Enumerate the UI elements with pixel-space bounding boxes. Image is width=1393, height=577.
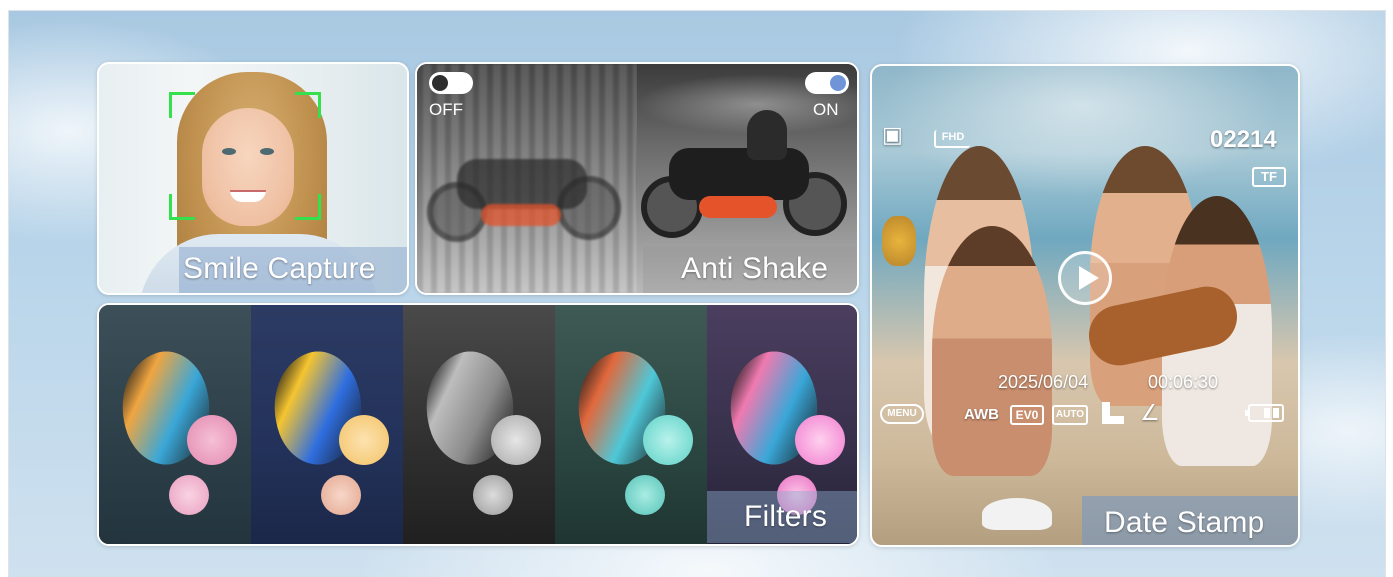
- pineapple-drink-icon: [882, 216, 916, 266]
- toggle-on-label: ON: [813, 100, 839, 119]
- fairing-stripe: [699, 196, 777, 218]
- play-button[interactable]: [1058, 251, 1112, 305]
- face-detect-corner-icon: [169, 92, 195, 118]
- filter-sample-cool: [251, 305, 403, 544]
- smile-capture-caption: Smile Capture: [183, 252, 376, 285]
- face-detect-corner-icon: [295, 194, 321, 220]
- date-stamp-date: 2025/06/04: [998, 372, 1089, 392]
- date-stamp-panel: ▣ FHD 02214 TF 2025/06/04 00:06:30 MENU …: [870, 64, 1300, 547]
- filters-panel: Filters: [97, 303, 859, 546]
- toggle-knob: [830, 75, 846, 91]
- motorcycle-icon: [669, 148, 809, 200]
- filter-sample-original: [99, 305, 251, 544]
- date-stamp-caption: Date Stamp: [1104, 506, 1265, 539]
- image-size-icon: [1102, 402, 1124, 424]
- smile-capture-panel: Smile Capture: [97, 62, 409, 295]
- hat-icon: [982, 498, 1052, 530]
- eye-icon: [260, 148, 274, 155]
- toggle-knob: [432, 75, 448, 91]
- anti-shake-caption: Anti Shake: [681, 252, 829, 285]
- fhd-badge: FHD: [934, 130, 970, 148]
- face-detect-corner-icon: [169, 194, 195, 220]
- awb-indicator: AWB: [964, 406, 999, 423]
- person-figure: [932, 226, 1052, 476]
- sharpness-icon: ∠: [1140, 400, 1160, 425]
- auto-indicator: AUTO: [1052, 405, 1088, 425]
- filters-caption: Filters: [744, 500, 828, 533]
- fairing-stripe: [481, 204, 561, 226]
- ev-indicator: EV0: [1010, 405, 1044, 425]
- eye-icon: [222, 148, 236, 155]
- flower-icon: [491, 415, 541, 465]
- flower-icon: [321, 475, 361, 515]
- portrait-face: [202, 108, 294, 226]
- flower-icon: [473, 475, 513, 515]
- feature-banner: Smile Capture OFF ON Anti Shake Filters …: [8, 10, 1386, 577]
- shot-counter: 02214: [1210, 126, 1277, 153]
- flower-icon: [339, 415, 389, 465]
- blurred-photo: [417, 64, 637, 293]
- flower-icon: [643, 415, 693, 465]
- filter-sample-teal: [555, 305, 707, 544]
- smile-icon: [230, 190, 266, 202]
- stabilizer-on-toggle[interactable]: [805, 72, 849, 94]
- video-camera-icon: ▣: [882, 122, 903, 147]
- flower-icon: [795, 415, 845, 465]
- rider-icon: [747, 110, 787, 160]
- flower-icon: [169, 475, 209, 515]
- menu-button[interactable]: MENU: [880, 404, 924, 424]
- flower-icon: [625, 475, 665, 515]
- flower-icon: [187, 415, 237, 465]
- anti-shake-panel: OFF ON Anti Shake: [415, 62, 859, 295]
- date-stamp-time: 00:06:30: [1148, 372, 1219, 392]
- battery-icon: [1245, 404, 1284, 422]
- toggle-off-label: OFF: [429, 100, 463, 119]
- filter-sample-mono: [403, 305, 555, 544]
- stabilizer-off-toggle[interactable]: [429, 72, 473, 94]
- face-detect-corner-icon: [295, 92, 321, 118]
- motorcycle-icon: [457, 159, 587, 209]
- tf-card-badge: TF: [1252, 167, 1286, 187]
